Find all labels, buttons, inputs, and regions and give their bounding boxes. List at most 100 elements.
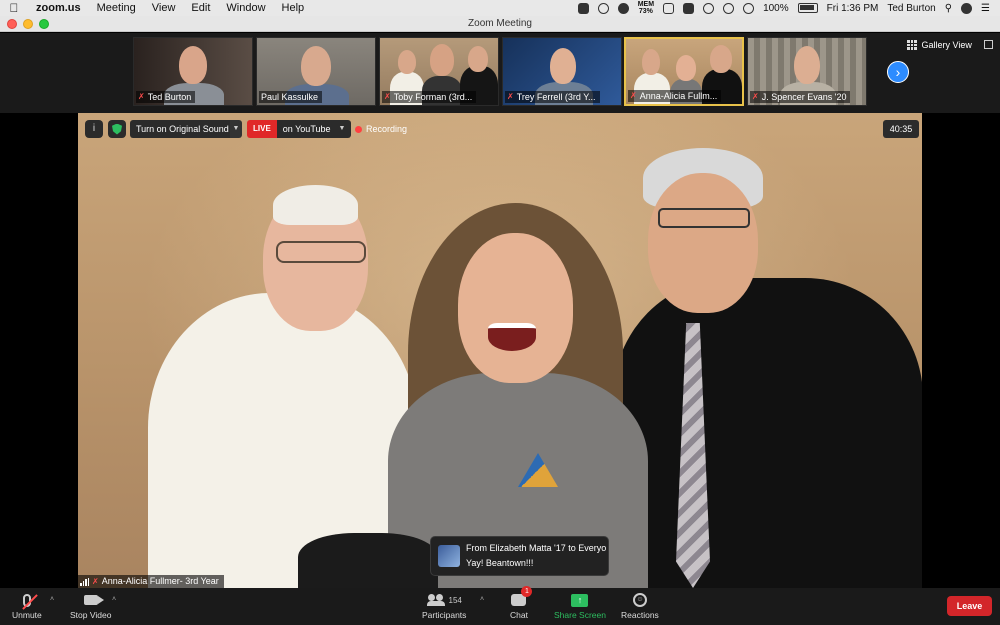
unread-chat-badge: 1: [521, 586, 533, 597]
muted-mic-icon: ✗: [752, 92, 759, 101]
menu-meeting[interactable]: Meeting: [89, 2, 144, 14]
chevron-down-icon[interactable]: ▼: [230, 120, 242, 138]
maximize-window-button[interactable]: [39, 18, 49, 29]
live-stream-indicator[interactable]: LIVE on YouTube ▼: [247, 120, 352, 138]
participant-tile-trey-ferrell[interactable]: ✗ Trey Ferrell (3rd Y...: [502, 37, 622, 106]
cloud-status-icon[interactable]: [617, 2, 629, 14]
live-target: on YouTube ▼: [276, 120, 352, 138]
menu-view[interactable]: View: [144, 2, 184, 14]
dark-fabric: [298, 533, 438, 588]
bluetooth-icon[interactable]: [723, 2, 735, 14]
unmute-label: Unmute: [12, 610, 42, 620]
menu-app-zoom[interactable]: zoom.us: [28, 2, 89, 14]
spotlight-search-icon[interactable]: ⚲: [945, 3, 952, 14]
unmute-button[interactable]: Unmute: [12, 591, 42, 620]
participant-tile-anna-alicia-fullmer[interactable]: ✗ Anna-Alicia Fullm...: [624, 37, 744, 106]
apple-menu-icon[interactable]: : [0, 1, 28, 15]
person-body: [613, 278, 922, 588]
participant-name-label: ✗ Toby Forman (3rd...: [382, 91, 477, 103]
meeting-info-icon[interactable]: i: [85, 120, 103, 138]
share-screen-button[interactable]: ↑ Share Screen: [554, 591, 606, 620]
next-page-arrow-icon[interactable]: ›: [887, 61, 909, 83]
window-title-bar: Zoom Meeting: [0, 16, 1000, 32]
participant-tile-toby-forman[interactable]: ✗ Toby Forman (3rd...: [379, 37, 499, 106]
video-options-caret[interactable]: ˄: [112, 596, 116, 603]
signal-strength-icon: [80, 577, 89, 586]
chat-notification-toast[interactable]: From Elizabeth Matta '17 to Everyo... Ya…: [430, 536, 609, 576]
video-camera-icon: [83, 595, 104, 605]
original-sound-button[interactable]: Turn on Original Sound: [130, 120, 235, 138]
encryption-shield-icon[interactable]: [108, 120, 126, 138]
muted-mic-icon: ✗: [507, 92, 514, 101]
memory-monitor[interactable]: MEM 73%: [638, 1, 654, 15]
participants-label: Participants: [422, 610, 467, 620]
muted-mic-icon: ✗: [92, 577, 99, 586]
menu-help[interactable]: Help: [274, 2, 313, 14]
gallery-view-button[interactable]: Gallery View: [907, 40, 972, 50]
gallery-view-label: Gallery View: [921, 40, 972, 50]
share-screen-arrow-icon: ↑: [571, 593, 589, 607]
active-speaker-name-tag: ✗ Anna-Alicia Fullmer- 3rd Year: [78, 575, 224, 588]
participants-options-caret[interactable]: ˄: [480, 596, 484, 603]
sync-status-icon[interactable]: [597, 2, 609, 14]
participant-name-label: ✗ Anna-Alicia Fullm...: [628, 90, 722, 102]
audio-options-caret[interactable]: ˄: [50, 596, 54, 603]
fullscreen-icon[interactable]: [984, 40, 993, 49]
participants-button[interactable]: 154 Participants: [422, 591, 466, 620]
battery-percent: 100%: [763, 2, 789, 14]
chat-button[interactable]: 1 Chat: [510, 586, 533, 620]
close-window-button[interactable]: [7, 18, 17, 29]
chevron-down-icon: ▼: [338, 125, 346, 132]
stop-video-label: Stop Video: [70, 610, 112, 620]
smile: [488, 323, 536, 351]
sender-avatar: [438, 545, 460, 567]
person-head: [468, 46, 488, 72]
main-video-stage: [0, 113, 1000, 588]
share-screen-label: Share Screen: [554, 610, 606, 620]
box-status-icon[interactable]: [663, 2, 675, 14]
menu-window[interactable]: Window: [218, 2, 273, 14]
person-head: [794, 46, 820, 84]
participant-gallery-strip: ✗ Ted Burton Paul Kassulke ✗ Toby Forman (…: [0, 33, 1000, 113]
active-speaker-video: [78, 113, 922, 588]
participant-tile-ted-burton[interactable]: ✗ Ted Burton: [133, 37, 253, 106]
siri-icon[interactable]: [961, 2, 973, 14]
muted-mic-icon: ✗: [384, 92, 391, 101]
chevron-up-icon: ˄: [112, 596, 117, 603]
minimize-window-button[interactable]: [23, 18, 33, 29]
zoom-status-icon[interactable]: [577, 2, 589, 14]
user-name[interactable]: Ted Burton: [887, 3, 935, 14]
participant-name-label: ✗ Trey Ferrell (3rd Y...: [505, 91, 600, 103]
participant-name-label: Paul Kassulke: [259, 91, 323, 103]
menu-edit[interactable]: Edit: [183, 2, 218, 14]
chevron-up-icon: ˄: [480, 596, 485, 603]
participant-name-label: ✗ Ted Burton: [136, 91, 196, 103]
participant-tile-paul-kassulke[interactable]: Paul Kassulke: [256, 37, 376, 106]
wifi-icon[interactable]: [743, 2, 755, 14]
muted-mic-icon: ✗: [630, 91, 637, 100]
time-machine-icon[interactable]: [703, 2, 715, 14]
reactions-button[interactable]: ☺ Reactions: [621, 591, 659, 620]
reactions-label: Reactions: [621, 610, 659, 620]
stop-video-button[interactable]: Stop Video: [70, 591, 111, 620]
memory-label: MEM: [637, 1, 655, 8]
muted-microphone-icon: [22, 593, 31, 607]
chat-message-text: Yay! Beantown!!!: [466, 558, 534, 568]
clock[interactable]: Fri 1:36 PM: [827, 3, 879, 14]
participant-tile-j-spencer-evans[interactable]: ✗ J. Spencer Evans '20: [747, 37, 867, 106]
person-head: [179, 46, 207, 84]
live-badge: LIVE: [247, 120, 277, 138]
recording-label: Recording: [366, 124, 408, 134]
person-head: [642, 49, 660, 75]
meeting-controls-toolbar: Unmute ˄ Stop Video ˄ 154 Participants ˄…: [0, 586, 1000, 625]
dropbox-icon[interactable]: [683, 2, 695, 14]
person-head: [458, 233, 573, 383]
participant-name-label: ✗ J. Spencer Evans '20: [750, 91, 851, 103]
glasses: [658, 208, 750, 228]
notification-center-icon[interactable]: ☰: [981, 3, 990, 14]
battery-icon[interactable]: [797, 3, 818, 13]
muted-mic-icon: ✗: [138, 92, 145, 101]
recording-indicator[interactable]: Recording: [355, 120, 407, 138]
memory-value: 73%: [638, 8, 653, 15]
leave-meeting-button[interactable]: Leave: [947, 596, 992, 616]
